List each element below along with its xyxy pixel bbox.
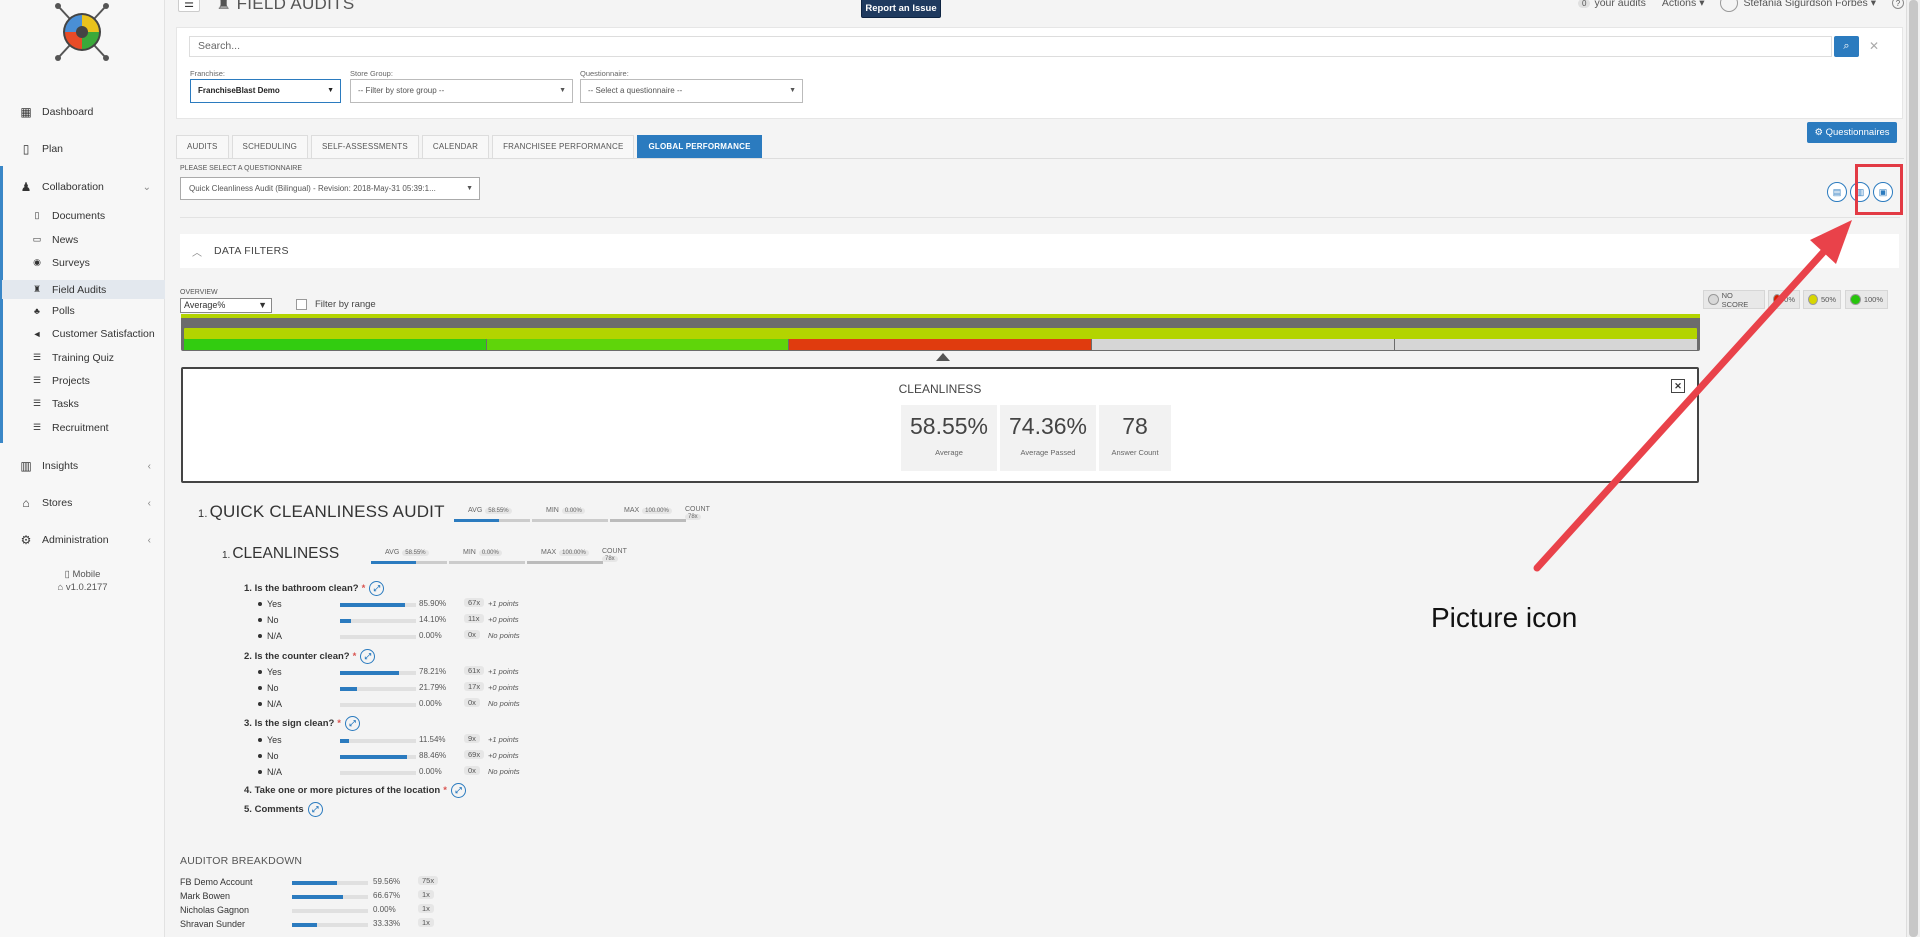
annotation-arrow — [1533, 220, 1852, 572]
page-scrollbar[interactable] — [1906, 0, 1920, 937]
scrollbar-thumb[interactable] — [1909, 0, 1918, 937]
annotation-label: Picture icon — [1431, 602, 1578, 633]
